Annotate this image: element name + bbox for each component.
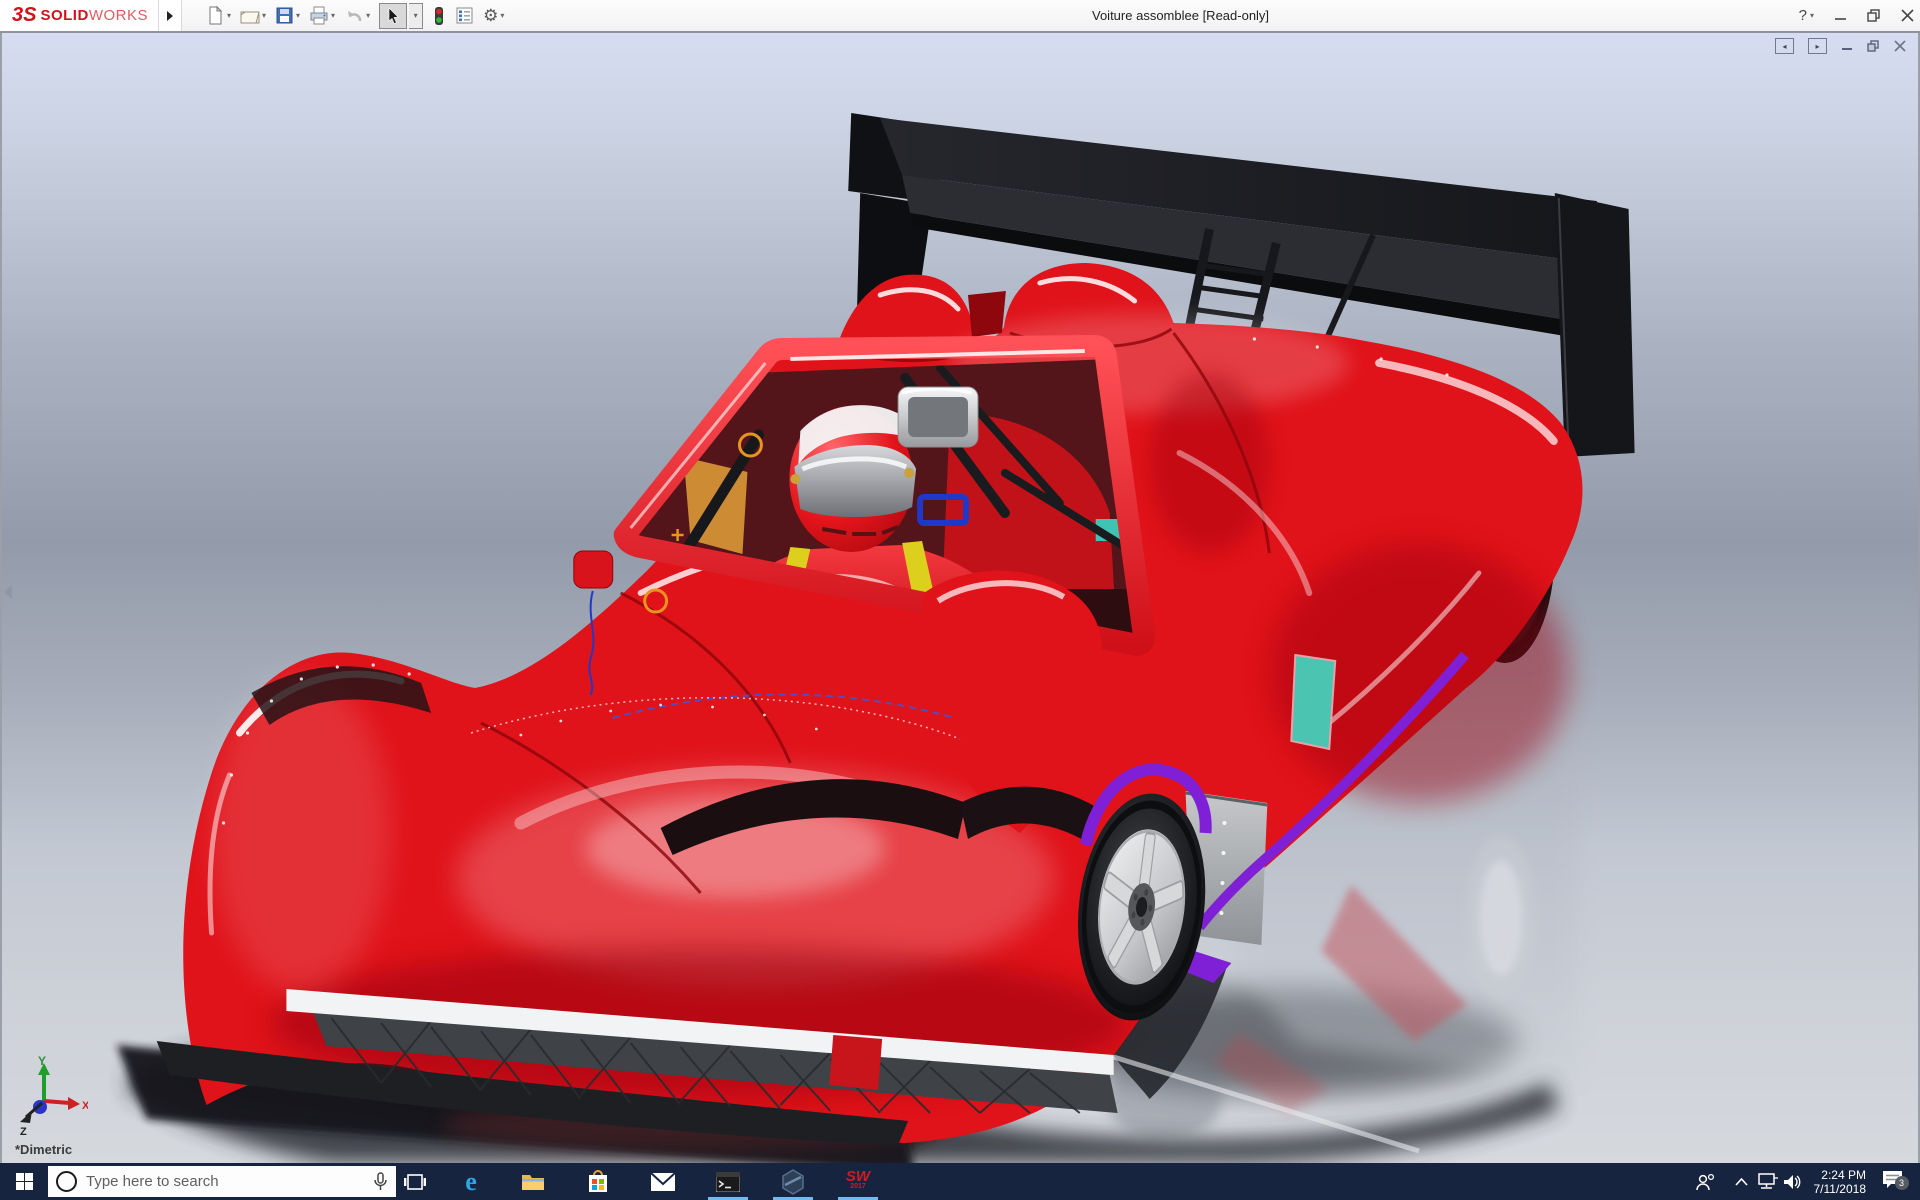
command-prompt-icon	[716, 1171, 740, 1192]
toolbar-flyout-button[interactable]	[158, 0, 182, 31]
taskbar-search[interactable]: Type here to search	[48, 1166, 396, 1197]
hexagon-app-button[interactable]	[769, 1163, 817, 1200]
open-dropdown-caret[interactable]: ▾	[262, 11, 266, 20]
panel-collapse-arrow[interactable]	[4, 585, 12, 599]
help-button[interactable]: ? ▾	[1799, 7, 1814, 24]
file-properties-icon	[456, 7, 473, 24]
mail-icon	[651, 1172, 675, 1191]
task-view-button[interactable]	[391, 1163, 439, 1200]
print-icon	[310, 6, 328, 25]
tray-time: 2:24 PM	[1821, 1167, 1866, 1182]
previous-pane-button[interactable]: ◂	[1775, 38, 1794, 54]
rebuild-button[interactable]	[432, 6, 446, 26]
flyout-arrow-icon	[167, 10, 173, 21]
next-pane-button[interactable]: ▸	[1808, 38, 1827, 54]
orientation-triad: Y X Z	[20, 1054, 88, 1138]
view-orientation-label: *Dimetric	[15, 1142, 73, 1157]
options-gear-icon: ⚙	[483, 5, 499, 25]
file-properties-button[interactable]	[455, 6, 474, 25]
graphics-viewport[interactable]: ◂ ▸ Y X Z *Dimetric	[0, 33, 1920, 1163]
file-explorer-icon	[522, 1175, 544, 1190]
document-close-button[interactable]	[1894, 40, 1906, 52]
document-window-controls: ◂ ▸	[1775, 38, 1906, 54]
document-restore-button[interactable]	[1867, 40, 1880, 52]
cortana-icon	[56, 1171, 77, 1192]
undo-button[interactable]: ▾	[344, 7, 370, 25]
window-controls: ? ▾	[1799, 0, 1914, 31]
restore-button[interactable]	[1867, 9, 1881, 22]
grille-center-post	[829, 1035, 883, 1090]
document-minimize-button[interactable]	[1841, 40, 1853, 52]
solidworks-app-button[interactable]: SW 2017	[834, 1163, 882, 1200]
edge-icon: e	[465, 1166, 477, 1196]
save-button[interactable]: ▾	[275, 6, 300, 25]
open-button[interactable]: ▾	[240, 6, 266, 25]
select-cursor-icon	[388, 6, 399, 24]
new-dropdown-caret[interactable]: ▾	[227, 11, 231, 20]
chevron-up-icon	[1734, 1177, 1748, 1186]
rearview-mirror[interactable]	[897, 386, 979, 448]
network-icon	[1757, 1173, 1778, 1189]
microphone-icon[interactable]	[373, 1171, 388, 1192]
minimize-button[interactable]	[1834, 9, 1847, 22]
solidworks-logo-mark: 3S	[12, 4, 37, 26]
print-dropdown-caret[interactable]: ▾	[331, 11, 335, 20]
action-center-button[interactable]: 3	[1874, 1163, 1910, 1200]
teal-side-vent[interactable]	[1290, 653, 1337, 751]
undo-icon	[348, 10, 362, 21]
print-button[interactable]: ▾	[309, 6, 335, 25]
hidden-icons-button[interactable]	[1728, 1163, 1754, 1200]
undo-dropdown-caret[interactable]: ▾	[366, 11, 370, 20]
windows-taskbar: Type here to search e SW 2017 2:24 PM 7/…	[0, 1163, 1920, 1200]
triad-z-label: Z	[20, 1126, 27, 1138]
tray-date: 7/11/2018	[1813, 1181, 1867, 1196]
standard-toolbar: ▾ ▾ ▾ ▾ ▾ ▾ ⚙ ▾	[206, 0, 504, 31]
speaker-icon	[1783, 1174, 1800, 1189]
start-button[interactable]	[0, 1163, 48, 1200]
helmet-visor	[794, 445, 917, 518]
store-button[interactable]	[574, 1163, 622, 1200]
hexagon-app-icon	[782, 1168, 804, 1195]
solidworks-app-icon: SW 2017	[845, 1167, 871, 1190]
store-icon	[589, 1169, 607, 1192]
select-tool-button[interactable]: ▾	[379, 2, 424, 29]
search-placeholder: Type here to search	[86, 1173, 219, 1190]
people-icon	[1696, 1173, 1715, 1190]
people-tray-button[interactable]	[1688, 1163, 1722, 1200]
close-button[interactable]	[1901, 9, 1914, 22]
open-folder-icon	[240, 11, 260, 24]
select-tool-pressed[interactable]	[379, 2, 408, 29]
notification-badge: 3	[1894, 1175, 1909, 1190]
window-title: Voiture assomblee [Read-only]	[1092, 8, 1270, 23]
new-document-button[interactable]: ▾	[206, 6, 231, 25]
options-button[interactable]: ⚙ ▾	[483, 6, 504, 26]
tray-clock[interactable]: 2:24 PM 7/11/2018	[1800, 1163, 1867, 1200]
title-bar: 3S SOLID WORKS ▾ ▾ ▾ ▾ ▾ ▾ ⚙ ▾ Voiture a…	[0, 0, 1920, 33]
new-document-icon	[209, 6, 223, 25]
edge-button[interactable]: e	[447, 1163, 495, 1200]
side-mirror-pod[interactable]	[573, 550, 614, 589]
save-dropdown-caret[interactable]: ▾	[296, 11, 300, 20]
triad-x-label: X	[82, 1100, 88, 1112]
options-dropdown-caret[interactable]: ▾	[500, 11, 504, 20]
select-dropdown-caret[interactable]: ▾	[409, 2, 424, 29]
3d-scene[interactable]	[2, 33, 1918, 1163]
command-prompt-button[interactable]	[704, 1163, 752, 1200]
save-floppy-icon	[276, 7, 293, 24]
task-view-icon	[404, 1173, 426, 1190]
file-explorer-button[interactable]	[509, 1163, 557, 1200]
rebuild-stoplight-icon	[435, 6, 444, 25]
solidworks-logo: 3S SOLID WORKS	[0, 0, 158, 31]
help-icon: ?	[1798, 7, 1807, 24]
help-dropdown-caret[interactable]: ▾	[1810, 11, 1814, 20]
windows-logo-icon	[15, 1173, 33, 1190]
mail-button[interactable]	[639, 1163, 687, 1200]
